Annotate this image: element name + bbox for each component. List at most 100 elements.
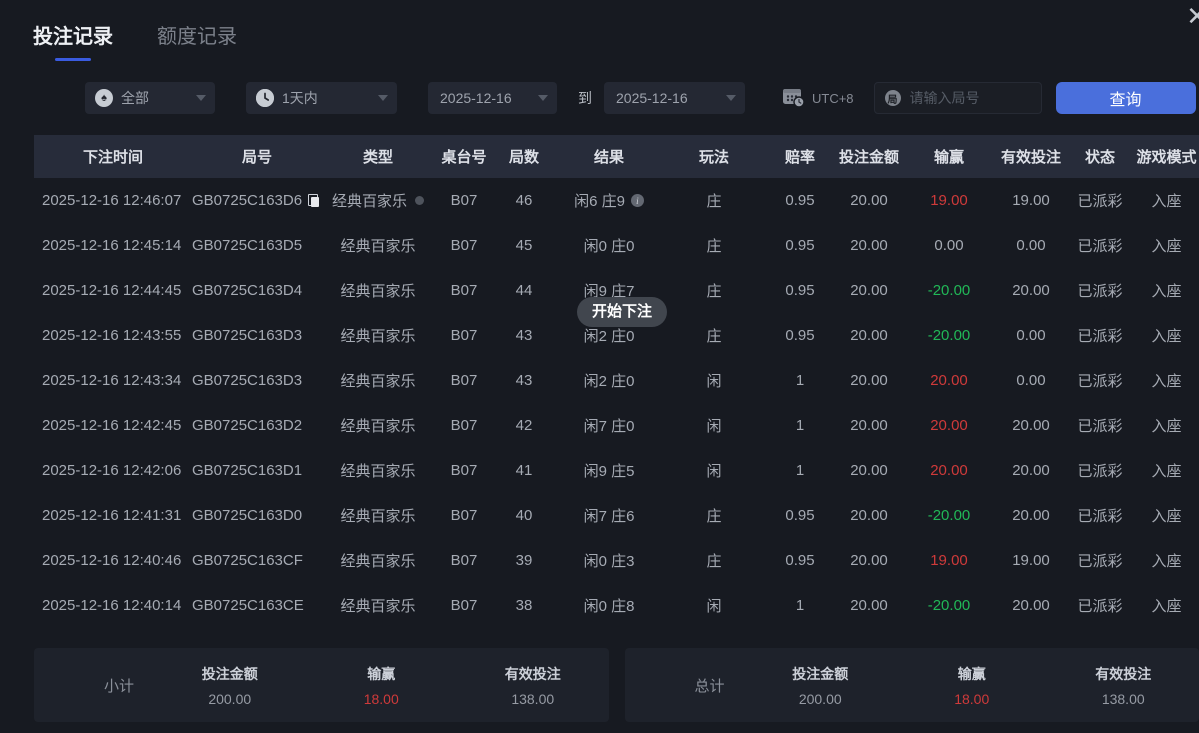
column-header: 局数 bbox=[508, 149, 539, 166]
cell-round-id: GB0725C163D0 bbox=[192, 507, 303, 524]
cell-odds: 1 bbox=[795, 597, 805, 614]
cell-win-loss: 20.00 bbox=[930, 417, 968, 434]
cell-bet-amount: 20.00 bbox=[850, 507, 888, 524]
time-range-value: 1天内 bbox=[282, 90, 318, 106]
cell-round-count: 39 bbox=[515, 552, 533, 569]
date-to-dropdown[interactable]: 2025-12-16 bbox=[604, 82, 745, 114]
cell-valid-bet: 19.00 bbox=[1012, 552, 1050, 569]
cell-game-type: 经典百家乐 bbox=[340, 508, 416, 525]
type-dot-icon bbox=[415, 196, 424, 205]
cell-round-id: GB0725C163D3 bbox=[192, 327, 303, 344]
round-icon: 局 bbox=[884, 90, 901, 106]
time-range-dropdown[interactable]: 1天内 bbox=[246, 82, 397, 114]
cell-game-mode: 入座 bbox=[1151, 283, 1182, 300]
cell-odds: 1 bbox=[795, 417, 805, 434]
cell-round-count: 38 bbox=[515, 597, 533, 614]
summary-bar: 小计 投注金额 200.00 输赢 18.00 有效投注 138.00 总计 投… bbox=[34, 648, 1199, 722]
cell-valid-bet: 19.00 bbox=[1012, 192, 1050, 209]
cell-round-count: 40 bbox=[515, 507, 533, 524]
chevron-down-icon bbox=[538, 95, 548, 101]
cell-status: 已派彩 bbox=[1077, 418, 1123, 435]
cell-game-mode: 入座 bbox=[1151, 598, 1182, 615]
cell-round-count: 44 bbox=[515, 282, 533, 299]
cell-play-type: 闲 bbox=[706, 373, 722, 390]
cell-game-type: 经典百家乐 bbox=[340, 463, 416, 480]
cell-table-no: B07 bbox=[450, 282, 478, 299]
round-id-input[interactable] bbox=[907, 89, 1031, 107]
cell-bet-time: 2025-12-16 12:45:14 bbox=[42, 237, 182, 254]
column-header: 玩法 bbox=[698, 149, 729, 166]
cell-table-no: B07 bbox=[450, 372, 478, 389]
cell-play-type: 庄 bbox=[706, 193, 722, 210]
cell-play-type: 庄 bbox=[706, 328, 722, 345]
cell-bet-amount: 20.00 bbox=[850, 417, 888, 434]
timezone-indicator[interactable]: UTC+8 bbox=[781, 86, 854, 111]
cell-odds: 1 bbox=[795, 372, 805, 389]
cell-table-no: B07 bbox=[450, 192, 478, 209]
cell-result: 闲0 庄8 bbox=[583, 598, 635, 615]
column-header: 赔率 bbox=[784, 149, 815, 166]
cell-win-loss: 19.00 bbox=[930, 192, 968, 209]
cell-game-mode: 入座 bbox=[1151, 463, 1182, 480]
subtotal-label: 小计 bbox=[103, 677, 134, 695]
tab-quota-records[interactable]: 额度记录 bbox=[157, 20, 237, 61]
subtotal-valid-bet: 有效投注 138.00 bbox=[504, 665, 561, 707]
cell-bet-amount: 20.00 bbox=[850, 237, 888, 254]
column-header: 类型 bbox=[362, 149, 393, 166]
column-header: 输赢 bbox=[933, 149, 964, 166]
cell-table-no: B07 bbox=[450, 462, 478, 479]
date-from-dropdown[interactable]: 2025-12-16 bbox=[428, 82, 557, 114]
cell-play-type: 闲 bbox=[706, 463, 722, 480]
cell-bet-amount: 20.00 bbox=[850, 192, 888, 209]
table-row: 2025-12-16 12:42:45 GB0725C163D2 经典百家乐 B07 4… bbox=[34, 403, 1199, 448]
close-icon[interactable]: ✕ bbox=[1186, 3, 1199, 29]
cell-bet-amount: 20.00 bbox=[850, 462, 888, 479]
tab-label: 投注记录 bbox=[33, 26, 113, 48]
round-id-search: 局 bbox=[873, 82, 1042, 114]
cell-win-loss: -20.00 bbox=[927, 327, 971, 344]
calendar-clock-icon bbox=[781, 86, 805, 111]
cell-bet-time: 2025-12-16 12:40:46 bbox=[42, 552, 182, 569]
column-header: 状态 bbox=[1084, 149, 1115, 166]
game-type-dropdown[interactable]: ♠ 全部 bbox=[85, 82, 215, 114]
cell-round-count: 41 bbox=[515, 462, 533, 479]
cell-play-type: 庄 bbox=[706, 553, 722, 570]
cell-table-no: B07 bbox=[450, 237, 478, 254]
copy-icon[interactable] bbox=[308, 193, 320, 208]
cell-round-id: GB0725C163CF bbox=[192, 552, 303, 569]
cell-bet-time: 2025-12-16 12:46:07 bbox=[42, 192, 182, 209]
table-row: 2025-12-16 12:41:31 GB0725C163D0 经典百家乐 B07 4… bbox=[34, 493, 1199, 538]
cell-bet-time: 2025-12-16 12:40:14 bbox=[42, 597, 182, 614]
subtotal-panel: 小计 投注金额 200.00 输赢 18.00 有效投注 138.00 bbox=[34, 648, 609, 722]
table-row: 2025-12-16 12:46:07 GB0725C163D6 经典百家乐 B07 4… bbox=[34, 178, 1199, 223]
cell-game-mode: 入座 bbox=[1151, 373, 1182, 390]
table-row: 2025-12-16 12:43:34 GB0725C163D3 经典百家乐 B07 4… bbox=[34, 358, 1199, 403]
cell-win-loss: 19.00 bbox=[930, 552, 968, 569]
cell-status: 已派彩 bbox=[1077, 463, 1123, 480]
query-button[interactable]: 查询 bbox=[1055, 82, 1196, 114]
cell-bet-amount: 20.00 bbox=[850, 327, 888, 344]
cell-win-loss: -20.00 bbox=[927, 282, 971, 299]
cell-game-type: 经典百家乐 bbox=[340, 328, 416, 345]
tab-betting-records[interactable]: 投注记录 bbox=[33, 20, 113, 61]
cell-round-id: GB0725C163D6 bbox=[192, 192, 322, 209]
cell-round-id: GB0725C163D4 bbox=[192, 282, 303, 299]
cell-bet-time: 2025-12-16 12:42:06 bbox=[42, 462, 182, 479]
cell-game-mode: 入座 bbox=[1151, 508, 1182, 525]
column-header: 游戏模式 bbox=[1136, 149, 1197, 166]
cell-game-type: 经典百家乐 bbox=[340, 553, 416, 570]
cell-bet-time: 2025-12-16 12:44:45 bbox=[42, 282, 182, 299]
cell-status: 已派彩 bbox=[1077, 373, 1123, 390]
betting-records-window: ✕ 投注记录 额度记录 ♠ 全部 1天内 2025-12-16 到 2025-1… bbox=[0, 0, 1199, 733]
cell-round-id: GB0725C163CE bbox=[192, 597, 304, 614]
cell-game-type: 经典百家乐 bbox=[340, 373, 416, 390]
table-row: 2025-12-16 12:45:14 GB0725C163D5 经典百家乐 B07 4… bbox=[34, 223, 1199, 268]
cell-game-type: 经典百家乐 bbox=[340, 238, 416, 255]
info-icon[interactable]: i bbox=[630, 194, 644, 207]
total-valid-bet: 有效投注 138.00 bbox=[1095, 665, 1152, 707]
cell-round-id: GB0725C163D3 bbox=[192, 372, 303, 389]
cell-status: 已派彩 bbox=[1077, 328, 1123, 345]
column-header: 有效投注 bbox=[1000, 149, 1061, 166]
subtotal-bet-amount: 投注金额 200.00 bbox=[201, 665, 258, 707]
cell-valid-bet: 0.00 bbox=[1016, 237, 1046, 254]
